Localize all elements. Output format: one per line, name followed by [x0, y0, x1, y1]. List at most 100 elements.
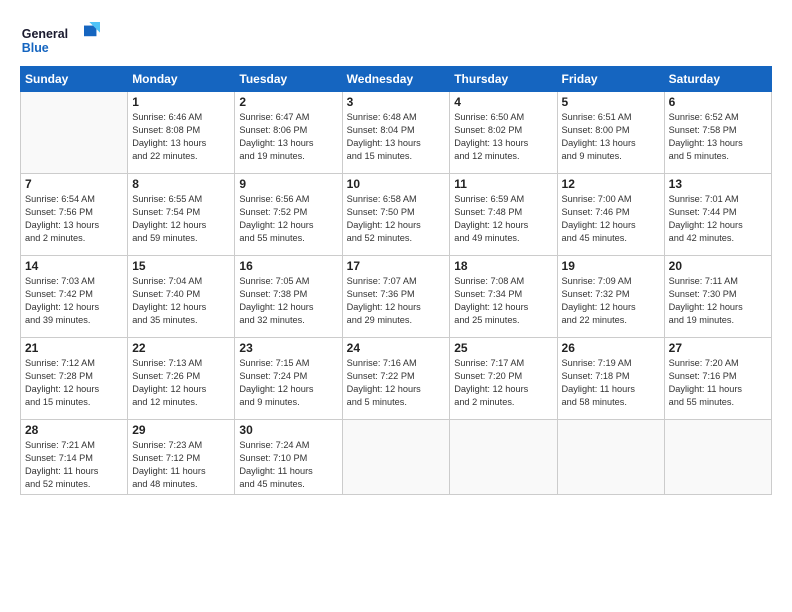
day-number: 3: [347, 95, 446, 109]
calendar-cell: 28 Sunrise: 7:21 AM Sunset: 7:14 PM Dayli…: [21, 420, 128, 495]
weekday-header-wednesday: Wednesday: [342, 67, 450, 92]
day-info: Sunrise: 6:48 AM Sunset: 8:04 PM Dayligh…: [347, 111, 446, 163]
day-info: Sunrise: 7:17 AM Sunset: 7:20 PM Dayligh…: [454, 357, 552, 409]
calendar-table: SundayMondayTuesdayWednesdayThursdayFrid…: [20, 66, 772, 495]
day-number: 25: [454, 341, 552, 355]
calendar-cell: 17 Sunrise: 7:07 AM Sunset: 7:36 PM Dayli…: [342, 256, 450, 338]
page: General Blue SundayMondayTuesdayWednesda…: [0, 0, 792, 612]
calendar-cell: 13 Sunrise: 7:01 AM Sunset: 7:44 PM Dayli…: [664, 174, 771, 256]
week-row-2: 14 Sunrise: 7:03 AM Sunset: 7:42 PM Dayli…: [21, 256, 772, 338]
calendar-cell: 8 Sunrise: 6:55 AM Sunset: 7:54 PM Daylig…: [128, 174, 235, 256]
day-number: 6: [669, 95, 767, 109]
calendar-cell: 23 Sunrise: 7:15 AM Sunset: 7:24 PM Dayli…: [235, 338, 342, 420]
weekday-header-friday: Friday: [557, 67, 664, 92]
day-number: 10: [347, 177, 446, 191]
day-info: Sunrise: 7:09 AM Sunset: 7:32 PM Dayligh…: [562, 275, 660, 327]
day-number: 15: [132, 259, 230, 273]
day-info: Sunrise: 7:16 AM Sunset: 7:22 PM Dayligh…: [347, 357, 446, 409]
weekday-header-thursday: Thursday: [450, 67, 557, 92]
day-number: 2: [239, 95, 337, 109]
day-info: Sunrise: 6:52 AM Sunset: 7:58 PM Dayligh…: [669, 111, 767, 163]
calendar-cell: 16 Sunrise: 7:05 AM Sunset: 7:38 PM Dayli…: [235, 256, 342, 338]
day-number: 24: [347, 341, 446, 355]
day-number: 18: [454, 259, 552, 273]
calendar-cell: 20Sunrise: 7:11 AM Sunset: 7:30 PM Dayli…: [664, 256, 771, 338]
calendar-cell: 19Sunrise: 7:09 AM Sunset: 7:32 PM Dayli…: [557, 256, 664, 338]
calendar-cell: [21, 92, 128, 174]
day-number: 17: [347, 259, 446, 273]
calendar-cell: 6 Sunrise: 6:52 AM Sunset: 7:58 PM Daylig…: [664, 92, 771, 174]
day-number: 16: [239, 259, 337, 273]
calendar-cell: 30 Sunrise: 7:24 AM Sunset: 7:10 PM Dayli…: [235, 420, 342, 495]
svg-text:Blue: Blue: [22, 41, 49, 55]
calendar-cell: 22Sunrise: 7:13 AM Sunset: 7:26 PM Dayli…: [128, 338, 235, 420]
day-info: Sunrise: 6:50 AM Sunset: 8:02 PM Dayligh…: [454, 111, 552, 163]
day-info: Sunrise: 7:21 AM Sunset: 7:14 PM Dayligh…: [25, 439, 123, 491]
day-info: Sunrise: 7:04 AM Sunset: 7:40 PM Dayligh…: [132, 275, 230, 327]
week-row-4: 28 Sunrise: 7:21 AM Sunset: 7:14 PM Dayli…: [21, 420, 772, 495]
day-info: Sunrise: 7:05 AM Sunset: 7:38 PM Dayligh…: [239, 275, 337, 327]
day-number: 4: [454, 95, 552, 109]
calendar-cell: 18 Sunrise: 7:08 AM Sunset: 7:34 PM Dayli…: [450, 256, 557, 338]
day-number: 12: [562, 177, 660, 191]
calendar-cell: 21 Sunrise: 7:12 AM Sunset: 7:28 PM Dayli…: [21, 338, 128, 420]
calendar-cell: 14 Sunrise: 7:03 AM Sunset: 7:42 PM Dayli…: [21, 256, 128, 338]
calendar-cell: [342, 420, 450, 495]
day-number: 27: [669, 341, 767, 355]
day-info: Sunrise: 7:12 AM Sunset: 7:28 PM Dayligh…: [25, 357, 123, 409]
day-number: 28: [25, 423, 123, 437]
day-number: 26: [562, 341, 660, 355]
day-number: 9: [239, 177, 337, 191]
calendar-cell: 10 Sunrise: 6:58 AM Sunset: 7:50 PM Dayli…: [342, 174, 450, 256]
weekday-header-tuesday: Tuesday: [235, 67, 342, 92]
day-info: Sunrise: 7:24 AM Sunset: 7:10 PM Dayligh…: [239, 439, 337, 491]
day-number: 21: [25, 341, 123, 355]
week-row-0: 1Sunrise: 6:46 AM Sunset: 8:08 PM Daylig…: [21, 92, 772, 174]
calendar-cell: [557, 420, 664, 495]
day-info: Sunrise: 7:07 AM Sunset: 7:36 PM Dayligh…: [347, 275, 446, 327]
day-number: 14: [25, 259, 123, 273]
calendar-cell: 1Sunrise: 6:46 AM Sunset: 8:08 PM Daylig…: [128, 92, 235, 174]
calendar-cell: 7 Sunrise: 6:54 AM Sunset: 7:56 PM Daylig…: [21, 174, 128, 256]
calendar-cell: 5Sunrise: 6:51 AM Sunset: 8:00 PM Daylig…: [557, 92, 664, 174]
day-info: Sunrise: 7:19 AM Sunset: 7:18 PM Dayligh…: [562, 357, 660, 409]
calendar-cell: 11Sunrise: 6:59 AM Sunset: 7:48 PM Dayli…: [450, 174, 557, 256]
svg-text:General: General: [22, 27, 68, 41]
day-info: Sunrise: 6:55 AM Sunset: 7:54 PM Dayligh…: [132, 193, 230, 245]
day-info: Sunrise: 7:23 AM Sunset: 7:12 PM Dayligh…: [132, 439, 230, 491]
calendar-cell: 25 Sunrise: 7:17 AM Sunset: 7:20 PM Dayli…: [450, 338, 557, 420]
day-info: Sunrise: 7:13 AM Sunset: 7:26 PM Dayligh…: [132, 357, 230, 409]
day-info: Sunrise: 7:03 AM Sunset: 7:42 PM Dayligh…: [25, 275, 123, 327]
day-info: Sunrise: 7:20 AM Sunset: 7:16 PM Dayligh…: [669, 357, 767, 409]
day-info: Sunrise: 7:15 AM Sunset: 7:24 PM Dayligh…: [239, 357, 337, 409]
week-row-1: 7 Sunrise: 6:54 AM Sunset: 7:56 PM Daylig…: [21, 174, 772, 256]
day-info: Sunrise: 6:46 AM Sunset: 8:08 PM Dayligh…: [132, 111, 230, 163]
calendar-cell: [664, 420, 771, 495]
day-info: Sunrise: 6:51 AM Sunset: 8:00 PM Dayligh…: [562, 111, 660, 163]
day-number: 20: [669, 259, 767, 273]
calendar-cell: 29Sunrise: 7:23 AM Sunset: 7:12 PM Dayli…: [128, 420, 235, 495]
logo-svg: General Blue: [20, 18, 100, 58]
day-number: 7: [25, 177, 123, 191]
day-info: Sunrise: 7:00 AM Sunset: 7:46 PM Dayligh…: [562, 193, 660, 245]
weekday-header-monday: Monday: [128, 67, 235, 92]
calendar-cell: 24 Sunrise: 7:16 AM Sunset: 7:22 PM Dayli…: [342, 338, 450, 420]
calendar-cell: 12 Sunrise: 7:00 AM Sunset: 7:46 PM Dayli…: [557, 174, 664, 256]
calendar-cell: [450, 420, 557, 495]
day-number: 30: [239, 423, 337, 437]
calendar-cell: 26 Sunrise: 7:19 AM Sunset: 7:18 PM Dayli…: [557, 338, 664, 420]
day-info: Sunrise: 6:54 AM Sunset: 7:56 PM Dayligh…: [25, 193, 123, 245]
day-info: Sunrise: 7:01 AM Sunset: 7:44 PM Dayligh…: [669, 193, 767, 245]
header: General Blue: [20, 18, 772, 58]
logo: General Blue: [20, 18, 100, 58]
day-info: Sunrise: 7:08 AM Sunset: 7:34 PM Dayligh…: [454, 275, 552, 327]
day-number: 13: [669, 177, 767, 191]
day-info: Sunrise: 6:58 AM Sunset: 7:50 PM Dayligh…: [347, 193, 446, 245]
calendar-cell: 27 Sunrise: 7:20 AM Sunset: 7:16 PM Dayli…: [664, 338, 771, 420]
day-number: 23: [239, 341, 337, 355]
day-number: 8: [132, 177, 230, 191]
day-number: 11: [454, 177, 552, 191]
calendar-cell: 2Sunrise: 6:47 AM Sunset: 8:06 PM Daylig…: [235, 92, 342, 174]
weekday-header-sunday: Sunday: [21, 67, 128, 92]
weekday-header-saturday: Saturday: [664, 67, 771, 92]
